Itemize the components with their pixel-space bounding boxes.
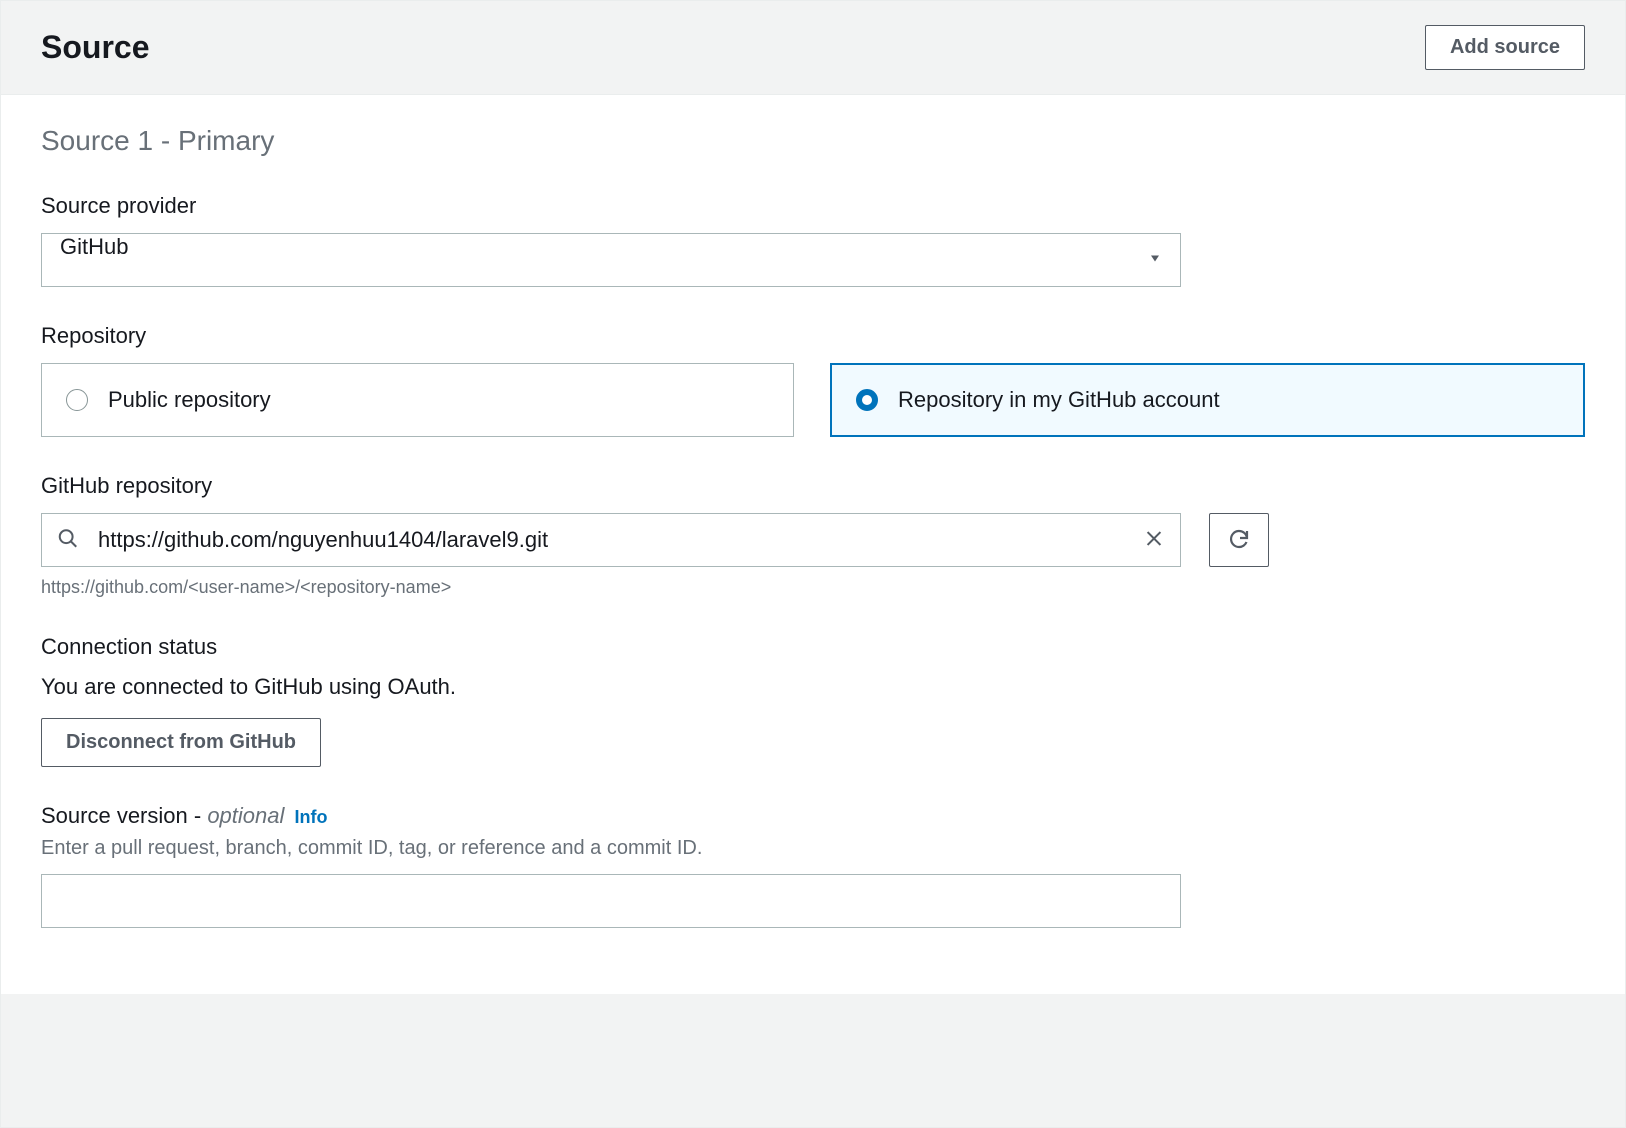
source-provider-select[interactable]: GitHub xyxy=(41,233,1181,287)
radio-label: Public repository xyxy=(108,387,271,413)
radio-icon xyxy=(66,389,88,411)
github-repository-hint: https://github.com/<user-name>/<reposito… xyxy=(41,577,1585,598)
repository-label: Repository xyxy=(41,323,1585,349)
connection-status-text: You are connected to GitHub using OAuth. xyxy=(41,674,1585,700)
radio-public-repository[interactable]: Public repository xyxy=(41,363,794,437)
refresh-icon xyxy=(1227,527,1251,554)
refresh-button[interactable] xyxy=(1209,513,1269,567)
separator-text: - xyxy=(188,803,208,828)
connection-status-label: Connection status xyxy=(41,634,1585,660)
source-version-label: Source version xyxy=(41,803,188,828)
panel-title: Source xyxy=(41,29,149,66)
source-provider-label: Source provider xyxy=(41,193,1585,219)
close-icon xyxy=(1143,528,1165,553)
radio-icon xyxy=(856,389,878,411)
optional-text: optional xyxy=(207,803,284,828)
info-link[interactable]: Info xyxy=(295,807,328,827)
search-icon xyxy=(57,528,79,553)
radio-account-repository[interactable]: Repository in my GitHub account xyxy=(830,363,1585,437)
clear-input-button[interactable] xyxy=(1139,524,1169,557)
source-version-input[interactable] xyxy=(41,874,1181,928)
add-source-button[interactable]: Add source xyxy=(1425,25,1585,70)
github-repository-label: GitHub repository xyxy=(41,473,1585,499)
radio-label: Repository in my GitHub account xyxy=(898,387,1220,413)
github-repository-input[interactable] xyxy=(41,513,1181,567)
section-title: Source 1 - Primary xyxy=(41,125,1585,157)
source-version-hint: Enter a pull request, branch, commit ID,… xyxy=(41,837,1585,860)
disconnect-github-button[interactable]: Disconnect from GitHub xyxy=(41,718,321,767)
